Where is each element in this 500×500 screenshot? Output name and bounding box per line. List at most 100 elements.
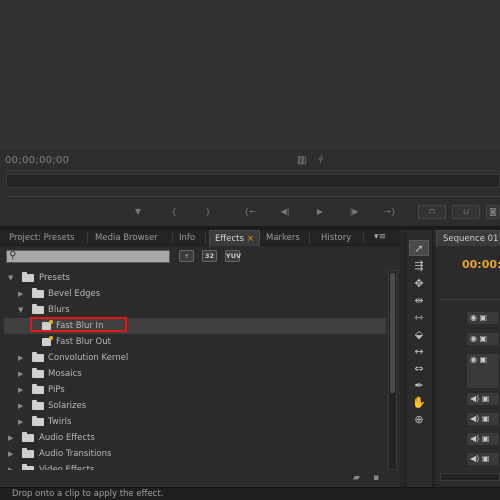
tree-item-label: Mosaics — [48, 369, 82, 379]
tab-sequence-01[interactable]: Sequence 01 — [436, 230, 500, 246]
tree-item-label: PiPs — [48, 385, 65, 395]
32bit-effects-filter-icon[interactable]: 32 — [202, 250, 217, 262]
collapse-triangle-icon[interactable]: ▶ — [18, 366, 26, 382]
selection-tool-icon[interactable]: ➚ — [409, 240, 429, 256]
expand-triangle-icon[interactable]: ▼ — [8, 270, 16, 286]
film-icon[interactable]: ▥ — [297, 155, 306, 166]
tree-item-label: Presets — [39, 273, 70, 283]
tree-item-presets[interactable]: ▼ Presets — [4, 270, 386, 286]
slide-tool-icon[interactable]: ⇔ — [409, 361, 429, 377]
eye-icon[interactable]: ◉ — [470, 334, 477, 343]
waveform-icon: ▣ — [481, 414, 490, 423]
marker-icon[interactable]: ⫩ — [318, 155, 324, 166]
video-track-header[interactable]: ◉ ▣ — [466, 353, 500, 389]
speaker-icon[interactable]: ◀) — [470, 414, 479, 423]
tree-item-video-effects[interactable]: ▶ Video Effects — [4, 462, 386, 470]
eye-icon[interactable]: ◉ — [470, 313, 477, 322]
scrollbar-thumb[interactable] — [390, 273, 395, 393]
go-to-out-icon[interactable]: →} — [380, 205, 400, 219]
film-icon: ▣ — [479, 313, 488, 322]
collapse-triangle-icon[interactable]: ▶ — [18, 398, 26, 414]
tree-item-bevel-edges[interactable]: ▶ Bevel Edges — [4, 286, 386, 302]
new-bin-icon[interactable]: ▰ — [353, 473, 360, 483]
ripple-edit-tool-icon[interactable]: ✥ — [409, 276, 429, 292]
audio-track-header[interactable]: ◀) ▣ — [466, 412, 500, 426]
collapse-triangle-icon[interactable]: ▶ — [8, 430, 16, 446]
tab-markers[interactable]: Markers — [261, 230, 305, 246]
lift-icon[interactable]: ⊓ — [418, 205, 446, 219]
accelerated-effects-filter-icon[interactable]: ⚡ — [179, 250, 194, 262]
delete-icon[interactable]: ▪ — [373, 473, 379, 483]
extract-icon[interactable]: ⊔ — [452, 205, 480, 219]
zoom-tool-icon[interactable]: ⊕ — [409, 412, 429, 428]
tree-item-convolution-kernel[interactable]: ▶ Convolution Kernel — [4, 350, 386, 366]
speaker-icon[interactable]: ◀) — [470, 454, 479, 463]
tab-info[interactable]: Info — [174, 230, 200, 246]
close-icon[interactable]: × — [247, 234, 254, 244]
step-back-icon[interactable]: ◀| — [275, 205, 295, 219]
status-bar: Drop onto a clip to apply the effect. — [0, 487, 500, 500]
collapse-triangle-icon[interactable]: ▶ — [18, 382, 26, 398]
tree-item-label: Solarizes — [48, 401, 87, 411]
folder-icon — [22, 432, 34, 442]
tree-scrollbar[interactable] — [388, 270, 397, 470]
monitor-viewport[interactable] — [0, 0, 500, 150]
selection-highlight-box — [30, 317, 127, 332]
tree-item-pips[interactable]: ▶ PiPs — [4, 382, 386, 398]
tab-history[interactable]: History — [316, 230, 356, 246]
tab-separator — [87, 233, 88, 243]
tree-item-audio-effects[interactable]: ▶ Audio Effects — [4, 430, 386, 446]
tree-item-audio-transitions[interactable]: ▶ Audio Transitions — [4, 446, 386, 462]
rate-stretch-tool-icon[interactable]: ⇿ — [409, 310, 429, 326]
tree-item-twirls[interactable]: ▶ Twirls — [4, 414, 386, 430]
export-frame-icon[interactable]: ◙ — [486, 205, 500, 219]
yuv-effects-filter-icon[interactable]: YUV — [225, 250, 241, 262]
panel-menu-icon[interactable]: ▾≡ — [374, 232, 386, 242]
playhead-timecode[interactable]: 00;00;00;00 — [5, 155, 69, 166]
video-track-header[interactable]: ◉ ▣ — [466, 311, 500, 325]
speaker-icon[interactable]: ◀) — [470, 434, 479, 443]
tab-media-browser[interactable]: Media Browser — [90, 230, 163, 246]
in-point-icon[interactable]: { — [164, 205, 184, 219]
audio-track-header[interactable]: ◀) ▣ — [466, 392, 500, 406]
slip-tool-icon[interactable]: ↔ — [409, 344, 429, 360]
tree-item-blurs[interactable]: ▼ Blurs — [4, 302, 386, 318]
video-track-header[interactable]: ◉ ▣ — [466, 332, 500, 346]
collapse-triangle-icon[interactable]: ▶ — [8, 446, 16, 462]
tree-item-solarizes[interactable]: ▶ Solarizes — [4, 398, 386, 414]
collapse-triangle-icon[interactable]: ▶ — [18, 350, 26, 366]
search-icon: ⚲ — [9, 250, 17, 261]
timeline-ruler[interactable] — [440, 299, 500, 307]
rolling-edit-tool-icon[interactable]: ⇹ — [409, 293, 429, 309]
tab-effects[interactable]: Effects × — [209, 230, 261, 246]
tree-item-mosaics[interactable]: ▶ Mosaics — [4, 366, 386, 382]
go-to-in-icon[interactable]: {← — [240, 205, 260, 219]
step-forward-icon[interactable]: |▶ — [344, 205, 364, 219]
collapse-triangle-icon[interactable]: ▶ — [18, 414, 26, 430]
speaker-icon[interactable]: ◀) — [470, 394, 479, 403]
sequence-timecode[interactable]: 00:00:0 — [462, 258, 500, 271]
tree-item-label: Twirls — [48, 417, 72, 427]
sequence-panel: Sequence 01 00:00:0 ◉ ▣ ◉ ▣ ◉ ▣ ◀) ▣ ◀) … — [436, 230, 500, 487]
expand-triangle-icon[interactable]: ▼ — [18, 302, 26, 318]
pen-tool-icon[interactable]: ✒ — [409, 378, 429, 394]
folder-icon — [32, 368, 44, 378]
tree-item-fast-blur-out[interactable]: Fast Blur Out — [4, 334, 386, 350]
audio-track-header[interactable]: ◀) ▣ — [466, 432, 500, 446]
tab-separator — [172, 233, 173, 243]
search-input[interactable]: ⚲ — [6, 250, 170, 263]
razor-tool-icon[interactable]: ⬙ — [409, 327, 429, 343]
eye-icon[interactable]: ◉ — [470, 355, 477, 364]
audio-track-header[interactable]: ◀) ▣ — [466, 452, 500, 466]
play-icon[interactable]: ▶ — [310, 205, 330, 219]
tab-project-presets[interactable]: Project: Presets — [4, 230, 80, 246]
collapse-triangle-icon[interactable]: ▶ — [8, 462, 16, 470]
marker-icon[interactable]: ▼ — [128, 205, 148, 219]
timeline-scrollbar[interactable] — [440, 473, 500, 481]
timeline-scrub-bar[interactable] — [6, 174, 500, 188]
track-select-tool-icon[interactable]: ⇶ — [409, 258, 429, 274]
out-point-icon[interactable]: } — [198, 205, 218, 219]
status-text: Drop onto a clip to apply the effect. — [12, 489, 164, 499]
collapse-triangle-icon[interactable]: ▶ — [18, 286, 26, 302]
hand-tool-icon[interactable]: ✋ — [409, 395, 429, 411]
